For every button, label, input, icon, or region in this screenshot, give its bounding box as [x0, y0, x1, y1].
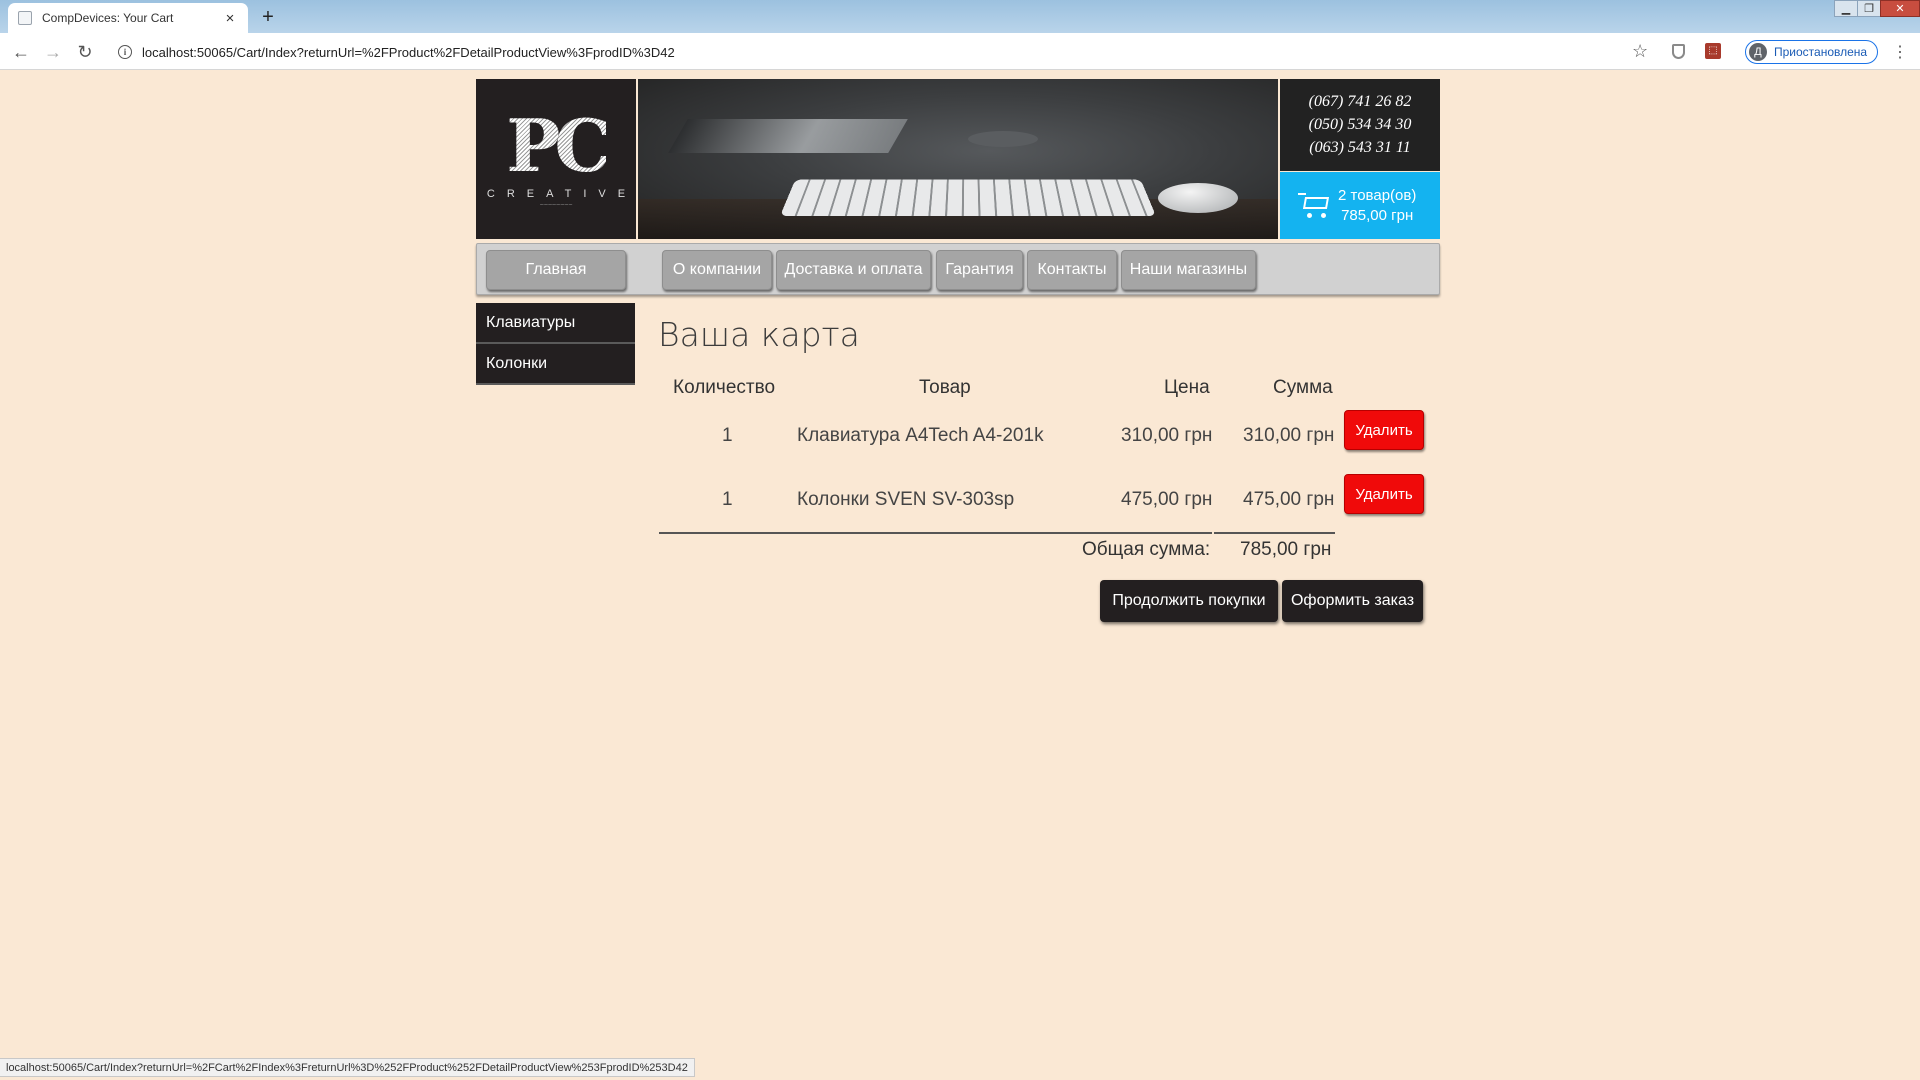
page-favicon-icon: [18, 11, 32, 25]
table-divider: [1214, 532, 1335, 534]
bookmark-star-icon[interactable]: ☆: [1632, 41, 1648, 62]
forward-icon[interactable]: →: [42, 41, 64, 63]
row-sum: 475,00 грн: [1243, 489, 1334, 511]
nav-home[interactable]: Главная: [486, 250, 626, 290]
logo-word: CREATIVE: [475, 188, 637, 200]
table-divider: [659, 532, 1212, 534]
total-value: 785,00 грн: [1240, 539, 1331, 561]
minimize-window-icon[interactable]: ▁: [1834, 0, 1858, 17]
shield-extension-icon[interactable]: [1672, 44, 1685, 59]
browser-menu-icon[interactable]: ⋮: [1892, 42, 1908, 62]
row-price: 475,00 грн: [1121, 489, 1212, 511]
cart-item-count: 2 товар(ов): [1338, 186, 1416, 206]
pdf-extension-icon[interactable]: ⬚: [1705, 43, 1721, 59]
total-label: Общая сумма:: [1082, 539, 1210, 561]
category-sidebar: Клавиатуры Колонки: [476, 303, 635, 385]
browser-tab[interactable]: CompDevices: Your Cart ×: [8, 3, 248, 33]
phone-number: (050) 534 34 30: [1309, 116, 1412, 134]
row-price: 310,00 грн: [1121, 425, 1212, 447]
sidebar-item-speakers[interactable]: Колонки: [476, 344, 635, 385]
reload-icon[interactable]: ↻: [74, 41, 96, 63]
remove-item-button[interactable]: Удалить: [1344, 410, 1424, 450]
row-product: Колонки SVEN SV-303sp: [797, 489, 1014, 511]
main-nav: Главная О компании Доставка и оплата Гар…: [476, 243, 1440, 295]
row-sum: 310,00 грн: [1243, 425, 1334, 447]
row-quantity: 1: [722, 489, 733, 511]
new-tab-button[interactable]: +: [254, 5, 282, 29]
phone-number: (063) 543 31 11: [1309, 139, 1410, 157]
logo-signature: ~~~~~~~~: [540, 202, 573, 209]
sidebar-item-keyboards[interactable]: Клавиатуры: [476, 303, 635, 344]
restore-window-icon[interactable]: ❐: [1857, 0, 1881, 17]
browser-toolbar: ← → ↻ i localhost:50065/Cart/Index?retur…: [0, 33, 1920, 70]
address-bar[interactable]: i localhost:50065/Cart/Index?returnUrl=%…: [108, 38, 1703, 66]
nav-about[interactable]: О компании: [662, 250, 772, 290]
phone-number: (067) 741 26 82: [1309, 93, 1412, 111]
header-banner-image: [638, 79, 1278, 239]
nav-warranty[interactable]: Гарантия: [936, 250, 1023, 290]
nav-delivery[interactable]: Доставка и оплата: [776, 250, 931, 290]
back-icon[interactable]: ←: [10, 41, 32, 63]
profile-button[interactable]: Д Приостановлена: [1745, 40, 1878, 64]
avatar: Д: [1749, 43, 1767, 61]
close-tab-icon[interactable]: ×: [222, 10, 238, 27]
column-header-product: Товар: [919, 377, 971, 399]
column-header-sum: Сумма: [1273, 377, 1333, 399]
site-logo[interactable]: PC CREATIVE ~~~~~~~~: [476, 79, 636, 239]
nav-contacts[interactable]: Контакты: [1027, 250, 1117, 290]
phone-numbers: (067) 741 26 82 (050) 534 34 30 (063) 54…: [1280, 79, 1440, 171]
column-header-price: Цена: [1164, 377, 1210, 399]
profile-status: Приостановлена: [1774, 45, 1867, 59]
logo-mark: PC: [506, 110, 605, 182]
page-title: Ваша карта: [658, 315, 860, 354]
column-header-quantity: Количество: [673, 377, 775, 399]
tab-title: CompDevices: Your Cart: [42, 11, 222, 25]
address-url[interactable]: localhost:50065/Cart/Index?returnUrl=%2F…: [142, 45, 675, 60]
close-window-icon[interactable]: ✕: [1880, 0, 1920, 17]
row-quantity: 1: [722, 425, 733, 447]
status-bar-url: localhost:50065/Cart/Index?returnUrl=%2F…: [0, 1058, 695, 1077]
browser-tabstrip: CompDevices: Your Cart × + ▁ ❐ ✕: [0, 0, 1920, 33]
window-controls: ▁ ❐ ✕: [1835, 0, 1920, 17]
nav-stores[interactable]: Наши магазины: [1121, 250, 1256, 290]
checkout-button[interactable]: Оформить заказ: [1282, 580, 1423, 622]
shopping-cart-icon: [1298, 193, 1330, 219]
remove-item-button[interactable]: Удалить: [1344, 474, 1424, 514]
cart-total: 785,00 грн: [1338, 206, 1416, 226]
site-info-icon[interactable]: i: [118, 45, 132, 59]
cart-summary[interactable]: 2 товар(ов) 785,00 грн: [1280, 172, 1440, 239]
row-product: Клавиатура A4Tech A4-201k: [797, 425, 1044, 447]
continue-shopping-button[interactable]: Продолжить покупки: [1100, 580, 1278, 622]
